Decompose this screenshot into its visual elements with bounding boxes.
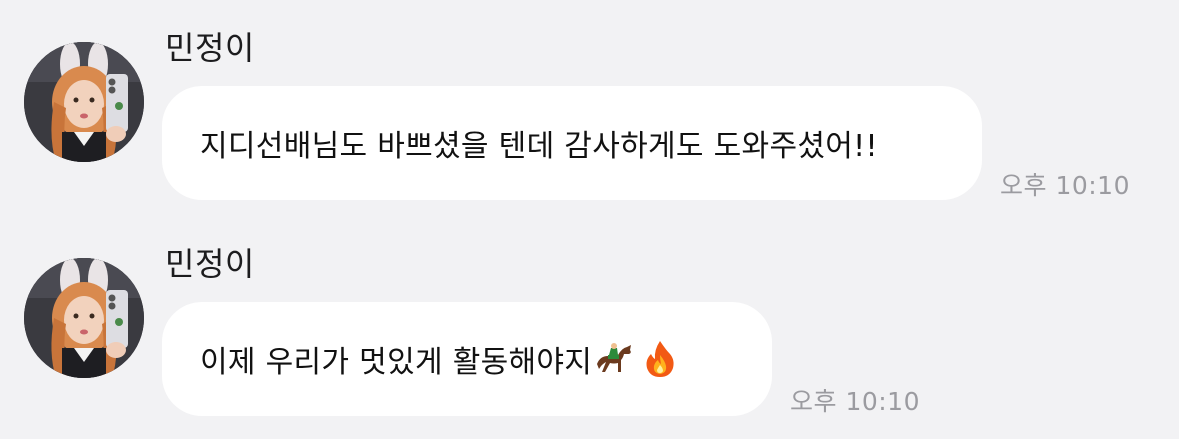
horse-racing-icon: [597, 343, 632, 372]
profile-photo-image: [24, 42, 144, 162]
message-timestamp: 오후 10:10: [790, 387, 920, 416]
emoji-group: [594, 340, 676, 378]
profile-photo-image: [24, 258, 144, 378]
chat-conversation: 민정이 지디선배님도 바쁘셨을 텐데 감사하게도 도와주셨어!! 오후 10:1…: [0, 0, 1179, 439]
fire-icon: [646, 341, 674, 377]
message-text: 지디선배님도 바쁘셨을 텐데 감사하게도 도와주셨어!!: [200, 129, 878, 164]
sender-name: 민정이: [165, 245, 255, 283]
message-timestamp: 오후 10:10: [1000, 171, 1130, 200]
message-bubble[interactable]: 지디선배님도 바쁘셨을 텐데 감사하게도 도와주셨어!!: [162, 86, 982, 200]
message-text: 이제 우리가 멋있게 활동해야지: [200, 345, 593, 380]
message-bubble[interactable]: 이제 우리가 멋있게 활동해야지: [162, 302, 772, 416]
avatar[interactable]: [24, 42, 144, 162]
avatar[interactable]: [24, 258, 144, 378]
sender-name: 민정이: [165, 29, 255, 67]
